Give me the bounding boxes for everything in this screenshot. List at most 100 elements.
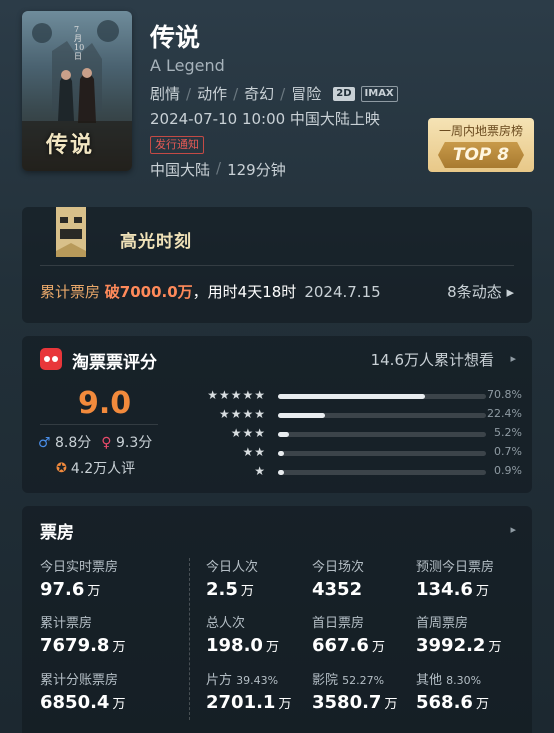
stat-label: 片方 39.43% [206,673,279,688]
genre-item: 动作 [197,85,228,103]
producer-share: 片方 39.43% 2701.1 万 [206,669,291,713]
stat-label: 总人次 [206,616,246,631]
cumulative-split-box-office: 累计分账票房 6850.4 万 [40,669,125,713]
milestone-prefix: 累计票房 [40,283,105,301]
want-to-see-count[interactable]: 14.6万人累计想看 [371,349,494,370]
duration: 129分钟 [227,161,286,179]
stat-label: 累计票房 [40,616,93,631]
genre-item: 冒险 [291,85,322,103]
film-clapper-icon [56,207,86,257]
movie-english-title: A Legend [150,56,225,75]
highlight-box-office-milestone: 累计票房 破7000.0万，用时4天18时 2024.7.15 [40,281,381,302]
highlight-title: 高光时刻 [120,232,192,252]
stat-value: 3580.7 万 [312,692,398,713]
star-rating-icon: ★★★★★ [207,388,266,402]
release-notice-button[interactable]: 发行通知 [150,136,204,154]
today-admissions: 今日人次 2.5 万 [206,556,258,600]
total-admissions: 总人次 198.0 万 [206,612,279,656]
distribution-bar [278,432,486,437]
stat-value: 6850.4 万 [40,692,126,713]
format-2d-badge: 2D [333,86,355,101]
separator: / [280,84,286,103]
stat-value: 568.6 万 [416,692,489,713]
highlight-card[interactable]: 高光时刻 累计票房 破7000.0万，用时4天18时 2024.7.15 8条动态… [22,207,532,323]
divider [40,424,158,425]
stat-value: 97.6 万 [40,579,101,600]
rating-card: 淘票票评分 14.6万人累计想看 ▸ 9.0 ♂ 8.8分 ♀ 9.3分 ✪ 4… [22,336,532,493]
distribution-bar [278,394,486,399]
poster-title: 传说 [46,132,95,158]
opening-week-box-office: 首周票房 3992.2 万 [416,612,501,656]
distribution-fill [278,451,285,456]
distribution-row: ★★★ 5.2% [164,426,522,445]
distribution-bar [278,451,486,456]
stat-label: 预测今日票房 [416,560,495,575]
separator: / [216,159,222,177]
distribution-fill [278,394,426,399]
stat-label: 今日场次 [312,560,365,575]
stat-value: 4352 [312,579,363,600]
reviewer-count: ✪ 4.2万人评 [56,458,135,478]
highlight-more-link[interactable]: 8条动态 ▸ [447,281,514,302]
overall-score: 9.0 [78,386,132,421]
male-score-value: 8.8分 [55,435,92,451]
opening-day-box-office: 首日票房 667.6 万 [312,612,385,656]
stat-label: 今日实时票房 [40,560,119,575]
reviewer-count-value: 4.2万人评 [70,461,136,477]
box-office-card[interactable]: 票房 ▸ 今日实时票房 97.6 万 今日人次 2.5 万 今日场次 4352 预测… [22,506,532,733]
divider [189,558,190,720]
distribution-row: ★★★★ 22.4% [164,407,522,426]
movie-poster[interactable]: 7月10日 传说 [22,11,132,171]
forecast-today-box-office: 预测今日票房 134.6 万 [416,556,494,600]
distribution-row: ★★ 0.7% [164,445,522,464]
distribution-percent: 5.2% [494,426,522,439]
distribution-percent: 0.7% [494,445,522,458]
star-rating-icon: ★★ [242,445,266,459]
stat-value: 667.6 万 [312,635,385,656]
region: 中国大陆 [150,161,211,179]
box-office-title: 票房 [40,523,74,543]
stat-value: 134.6 万 [416,579,489,600]
milestone-amount: 破7000.0万 [104,283,193,301]
star-rating-icon: ★ [254,464,266,478]
chevron-right-icon[interactable]: ▸ [510,523,516,536]
release-info: 2024-07-10 10:00 中国大陆上映 [150,110,380,128]
distribution-bar [278,470,486,475]
today-realtime-box-office: 今日实时票房 97.6 万 [40,556,118,600]
cinema-share: 影院 52.27% 3580.7 万 [312,669,397,713]
distribution-bar [278,413,486,418]
genre-item: 奇幻 [244,85,275,103]
rank-badge-label: 一周内地票房榜 [438,124,523,138]
stat-label: 累计分账票房 [40,673,119,688]
separator: / [233,84,239,103]
other-share: 其他 8.30% 568.6 万 [416,669,489,713]
chevron-right-icon[interactable]: ▸ [510,352,516,365]
stat-value: 3992.2 万 [416,635,502,656]
milestone-date: 2024.7.15 [304,283,381,301]
stat-value: 2.5 万 [206,579,254,600]
distribution-fill [278,470,285,475]
star-rating-icon: ★★★ [230,426,266,440]
taopiaopiao-logo-icon [40,348,62,370]
distribution-row: ★ 0.9% [164,464,522,483]
male-score: ♂ 8.8分 [38,432,91,452]
female-score: ♀ 9.3分 [101,432,152,452]
region-duration: 中国大陆 / 129分钟 [150,159,286,180]
separator: / [186,84,192,103]
stat-value: 198.0 万 [206,635,279,656]
stat-label: 今日人次 [206,560,259,575]
stat-label: 影院 52.27% [312,673,385,688]
distribution-percent: 0.9% [494,464,522,477]
stat-value: 2701.1 万 [206,692,292,713]
weekly-rank-badge[interactable]: 一周内地票房榜 TOP 8 [428,118,534,172]
genre-list: 剧情 / 动作 / 奇幻 / 冒险 2D IMAX [150,83,398,104]
gender-scores: ♂ 8.8分 ♀ 9.3分 [38,432,152,452]
today-shows: 今日场次 4352 [312,556,364,600]
format-imax-badge: IMAX [360,85,398,102]
logo-eye [52,356,58,362]
stat-label: 首周票房 [416,616,469,631]
genre-item: 剧情 [150,85,181,103]
logo-eye [44,356,50,362]
male-icon: ♂ [38,435,51,451]
distribution-fill [278,432,289,437]
